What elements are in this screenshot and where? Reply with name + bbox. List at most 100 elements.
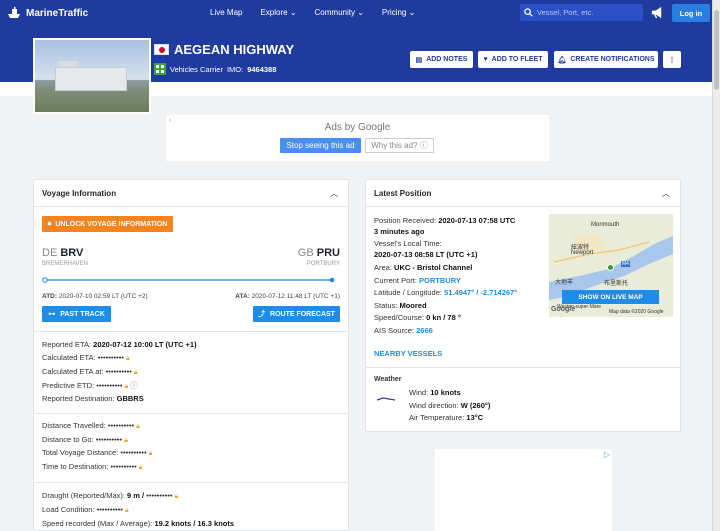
nav-live-map[interactable]: Live Map	[210, 8, 242, 17]
position-map[interactable]: 紐波特 Newport Monmouth 大地丰 布里斯托 Weston-sup…	[549, 214, 673, 317]
current-port-link[interactable]: PORTBURY	[419, 276, 461, 285]
calculated-eta-row: Calculated ETA: •••••••••• 🔒︎	[42, 353, 130, 363]
add-to-fleet-button[interactable]: ♥ ADD TO FLEET	[478, 51, 548, 68]
adchoices-icon[interactable]: ▷	[604, 450, 610, 459]
current-port-row: Current Port: PORTBURY	[374, 276, 461, 285]
imo-label: IMO:	[226, 64, 244, 74]
divider	[366, 367, 680, 368]
stop-seeing-ad-button[interactable]: Stop seeing this ad	[280, 138, 361, 153]
vessel-name: AEGEAN HIGHWAY	[174, 42, 295, 57]
lock-icon: 🔒︎	[148, 450, 153, 457]
atd-value: 2020-07-10 02:59 LT (UTC +2)	[58, 293, 148, 300]
masked-value: ••••••••••	[96, 381, 123, 390]
masked-value: ••••••••••	[120, 448, 147, 457]
search-box	[520, 4, 643, 21]
masked-value: ••••••••••	[95, 435, 123, 444]
arrival-port[interactable]: GB PRU	[298, 247, 340, 259]
nearby-vessels-link[interactable]: NEARBY VESSELS	[374, 349, 442, 358]
nav-community[interactable]: Community ⌄	[315, 8, 364, 17]
past-track-button[interactable]: ⊶ PAST TRACK	[42, 306, 111, 322]
info-icon: ⓘ	[419, 141, 428, 150]
distance-travelled-row: Distance Travelled: •••••••••• 🔒︎	[42, 421, 140, 431]
voyage-panel-header[interactable]: Voyage Information ︿	[34, 180, 348, 207]
distance-to-go-label: Distance to Go:	[42, 435, 94, 444]
local-time-label: Vessel's Local Time:	[374, 239, 442, 248]
calculated-eta-at-row: Calculated ETA at: •••••••••• 🔒︎	[42, 367, 138, 377]
latlon-link[interactable]: 51.4947° / -2.714267°	[444, 288, 517, 297]
reported-destination-row: Reported Destination: GBBRS	[42, 394, 144, 403]
ais-source-link[interactable]: 2666	[416, 326, 433, 335]
unlock-voyage-button[interactable]: 🔒︎ UNLOCK VOYAGE INFORMATION	[42, 216, 173, 232]
why-this-ad-button[interactable]: Why this ad? ⓘ	[365, 138, 434, 153]
weather-title: Weather	[374, 376, 402, 383]
megaphone-icon[interactable]	[651, 6, 664, 19]
lock-icon: 🔒︎	[124, 437, 128, 444]
position-panel-title: Latest Position	[374, 189, 432, 198]
area-value: UKC - Bristol Channel	[394, 263, 473, 272]
add-to-fleet-label: ADD TO FLEET	[491, 56, 543, 63]
chevron-up-icon[interactable]: ︿	[330, 188, 338, 199]
chevron-down-icon: ⌄	[408, 8, 416, 17]
nav-pricing[interactable]: Pricing ⌄	[382, 8, 415, 17]
nav-explore[interactable]: Explore ⌄	[260, 8, 296, 17]
position-received-value: 2020-07-13 07:58 UTC	[438, 216, 516, 225]
departure-port[interactable]: DE BRV	[42, 247, 83, 259]
time-to-destination-label: Time to Destination:	[42, 462, 109, 471]
masked-value: ••••••••••	[146, 491, 173, 500]
show-on-live-map-button[interactable]: SHOW ON LIVE MAP	[562, 290, 659, 304]
speed-course-label: Speed/Course:	[374, 313, 425, 322]
map-label-road: M4	[621, 261, 630, 267]
info-icon[interactable]: ⓘ	[130, 381, 138, 390]
map-label-town3: Monmouth	[591, 222, 620, 228]
flag-dot	[158, 46, 165, 53]
vessel-photo[interactable]	[33, 38, 151, 114]
local-time-value: 2020-07-13 08:58 LT (UTC +1)	[374, 250, 478, 259]
nav-explore-label: Explore	[260, 8, 288, 17]
reported-eta-label: Reported ETA:	[42, 340, 92, 349]
atd-label: ATD:	[42, 293, 58, 300]
route-forecast-button[interactable]: ⤴ ROUTE FORECAST	[253, 306, 340, 322]
ais-source-row: AIS Source: 2666	[374, 326, 433, 335]
lock-icon: 🔒︎	[47, 220, 52, 227]
more-options-button[interactable]: ⋮	[663, 51, 681, 68]
lock-icon: 🔒︎	[124, 383, 129, 390]
ship-hull	[55, 67, 127, 91]
load-condition-row: Load Condition: •••••••••• 🔒︎	[42, 505, 129, 515]
route-forecast-label: ROUTE FORECAST	[270, 310, 335, 318]
departure-name: BREMERHAVEN	[42, 261, 88, 267]
current-port-label: Current Port:	[374, 276, 417, 285]
wind-direction-row: Wind direction: W (260°)	[409, 401, 490, 410]
create-notifications-button[interactable]: 🔔︎ CREATE NOTIFICATIONS	[554, 51, 658, 68]
main-nav: Live Map Explore ⌄ Community ⌄ Pricing ⌄	[210, 8, 415, 17]
top-navigation-bar: MarineTraffic Live Map Explore ⌄ Communi…	[0, 0, 712, 26]
nav-pricing-label: Pricing	[381, 8, 407, 17]
past-track-label: PAST TRACK	[60, 310, 105, 318]
imo-value: 9464388	[247, 64, 277, 74]
scrollbar-thumb[interactable]	[714, 10, 719, 90]
arrival-country: GB	[297, 247, 314, 259]
scrollbar[interactable]	[712, 0, 720, 531]
route-start-dot	[42, 277, 48, 283]
divider	[34, 482, 348, 483]
voyage-progress-bar	[42, 277, 335, 283]
add-notes-button[interactable]: ▤ ADD NOTES	[410, 51, 473, 68]
lock-icon: 🔒︎	[174, 493, 179, 500]
distance-travelled-label: Distance Travelled:	[42, 421, 106, 430]
air-temperature-value: 13°C	[466, 413, 484, 422]
chevron-up-icon[interactable]: ︿	[662, 188, 670, 199]
track-icon: ⊶	[48, 311, 56, 318]
search-input[interactable]	[537, 8, 637, 17]
lock-icon: 🔒︎	[126, 355, 130, 362]
departure-country: DE	[42, 247, 58, 259]
ship-logo-icon	[8, 7, 20, 18]
reported-destination-value: GBBRS	[116, 394, 144, 403]
atd-row: ATD: 2020-07-10 02:59 LT (UTC +2)	[42, 293, 148, 300]
login-button[interactable]: Log in	[672, 4, 710, 22]
logo[interactable]: MarineTraffic	[6, 5, 88, 21]
local-time-row: 2020-07-13 08:58 LT (UTC +1)	[374, 250, 477, 259]
status-label: Status:	[374, 301, 398, 310]
logo-text: MarineTraffic	[26, 7, 89, 19]
masked-value: ••••••••••	[96, 505, 123, 514]
reported-eta-value: 2020-07-12 10:00 LT (UTC +1)	[93, 340, 197, 349]
position-panel-header[interactable]: Latest Position ︿	[366, 180, 680, 207]
